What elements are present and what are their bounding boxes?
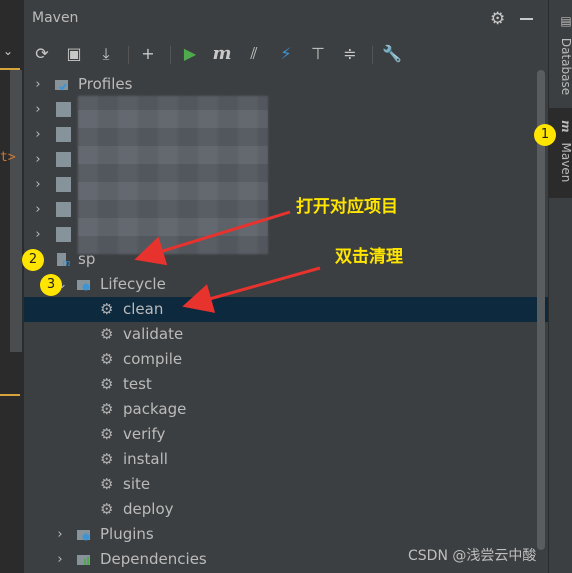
minimize-icon[interactable] bbox=[520, 18, 533, 20]
gutter-marker bbox=[0, 394, 20, 396]
chevron-right-icon[interactable]: › bbox=[32, 172, 44, 197]
tab-maven[interactable]: m Maven bbox=[549, 108, 572, 198]
badge-3: 3 bbox=[40, 274, 62, 296]
toolbar-separator bbox=[128, 46, 129, 64]
tree-row-goal[interactable]: ⚙ site bbox=[24, 472, 548, 497]
maven-toolbar: ⟳ ▣ ⤓ + ▶ m ⫽ ⚡ ⊤ ≑ 🔧 bbox=[24, 38, 548, 70]
panel-title: Maven bbox=[32, 10, 79, 26]
profiles-folder-icon bbox=[55, 80, 68, 91]
chevron-down-icon[interactable]: ⌄ bbox=[3, 44, 13, 58]
gear-icon[interactable]: ⚙ bbox=[490, 9, 505, 29]
maven-module-icon bbox=[56, 127, 71, 142]
dependencies-folder-icon bbox=[77, 555, 90, 565]
gear-icon: ⚙ bbox=[100, 375, 114, 393]
add-icon[interactable]: + bbox=[136, 42, 160, 66]
goal-label: compile bbox=[123, 350, 183, 368]
gear-icon: ⚙ bbox=[100, 475, 114, 493]
panel-titlebar: Maven ⚙ bbox=[24, 0, 548, 38]
maven-module-icon bbox=[56, 102, 71, 117]
chevron-right-icon[interactable]: › bbox=[32, 72, 44, 97]
annotation-double-click-clean: 双击清理 bbox=[335, 247, 403, 267]
database-icon: ▤ bbox=[559, 14, 572, 28]
gear-icon: ⚙ bbox=[100, 400, 114, 418]
watermark: CSDN @浅尝云中酸 bbox=[408, 548, 537, 564]
tab-label: Maven bbox=[559, 142, 572, 183]
tree-row-goal[interactable]: ⚙ deploy bbox=[24, 497, 548, 522]
editor-text-fragment: t> bbox=[0, 150, 16, 165]
settings-wrench-icon[interactable]: 🔧 bbox=[380, 42, 404, 66]
goal-label: package bbox=[123, 400, 187, 418]
gear-icon: ⚙ bbox=[100, 300, 114, 318]
badge-2: 2 bbox=[22, 249, 44, 271]
gear-icon: ⚙ bbox=[100, 500, 114, 518]
redacted-region bbox=[78, 96, 268, 254]
gutter-marker bbox=[0, 68, 20, 70]
tree-row-goal[interactable]: ⚙ validate bbox=[24, 322, 548, 347]
maven-goal-icon[interactable]: m bbox=[210, 42, 234, 66]
tree-label: Plugins bbox=[100, 525, 154, 543]
tree-label: Dependencies bbox=[100, 550, 207, 568]
toggle-offline-icon[interactable]: ⫽ bbox=[242, 42, 266, 66]
goal-label: install bbox=[123, 450, 168, 468]
maven-module-icon bbox=[56, 152, 71, 167]
goal-label: verify bbox=[123, 425, 166, 443]
tree-row-goal[interactable]: ⚙ package bbox=[24, 397, 548, 422]
tree-row-plugins[interactable]: › Plugins bbox=[24, 522, 548, 547]
tree-row-goal-clean[interactable]: ⚙ clean bbox=[24, 297, 548, 322]
maven-module-icon: m bbox=[57, 253, 71, 267]
goal-label: site bbox=[123, 475, 151, 493]
badge-1: 1 bbox=[534, 124, 556, 146]
tree-row-goal[interactable]: ⚙ compile bbox=[24, 347, 548, 372]
maven-module-icon bbox=[56, 227, 71, 242]
maven-module-icon bbox=[56, 202, 71, 217]
show-dependencies-icon[interactable]: ⊤ bbox=[306, 42, 330, 66]
editor-lower-area bbox=[0, 360, 24, 573]
chevron-right-icon[interactable]: › bbox=[32, 97, 44, 122]
toolbar-separator bbox=[372, 46, 373, 64]
gear-icon: ⚙ bbox=[100, 350, 114, 368]
lifecycle-folder-icon bbox=[77, 280, 90, 291]
run-icon[interactable]: ▶ bbox=[178, 42, 202, 66]
goal-label: test bbox=[123, 375, 152, 393]
gear-icon: ⚙ bbox=[100, 325, 114, 343]
chevron-right-icon[interactable]: › bbox=[32, 147, 44, 172]
annotation-open-project: 打开对应项目 bbox=[296, 197, 398, 217]
tree-label: Profiles bbox=[78, 75, 133, 93]
svg-text:m: m bbox=[62, 259, 71, 267]
reload-icon[interactable]: ⟳ bbox=[30, 42, 54, 66]
collapse-all-icon[interactable]: ≑ bbox=[338, 42, 362, 66]
goal-label: clean bbox=[123, 300, 164, 318]
maven-module-icon bbox=[56, 177, 71, 192]
right-toolbar: ▤ Database m Maven bbox=[548, 0, 572, 573]
editor-strip: ⌄ t> bbox=[0, 0, 24, 573]
tree-row-profiles[interactable]: › Profiles bbox=[24, 72, 548, 97]
add-folder-icon[interactable]: ▣ bbox=[62, 42, 86, 66]
tree-label: Lifecycle bbox=[100, 275, 166, 293]
chevron-right-icon[interactable]: › bbox=[32, 197, 44, 222]
chevron-right-icon[interactable]: › bbox=[32, 222, 44, 247]
tree-row-goal[interactable]: ⚙ test bbox=[24, 372, 548, 397]
gear-icon: ⚙ bbox=[100, 450, 114, 468]
maven-icon: m bbox=[559, 120, 572, 133]
chevron-right-icon[interactable]: › bbox=[54, 547, 66, 572]
goal-label: deploy bbox=[123, 500, 174, 518]
tab-database[interactable]: ▤ Database bbox=[549, 10, 572, 104]
chevron-right-icon[interactable]: › bbox=[32, 122, 44, 147]
goal-label: validate bbox=[123, 325, 184, 343]
editor-scroll-region bbox=[10, 70, 22, 352]
tree-row-lifecycle[interactable]: ⌄ Lifecycle bbox=[24, 272, 548, 297]
gear-icon: ⚙ bbox=[100, 425, 114, 443]
plugins-folder-icon bbox=[77, 530, 90, 541]
maven-panel: Maven ⚙ ⟳ ▣ ⤓ + ▶ m ⫽ ⚡ ⊤ ≑ 🔧 › Profiles… bbox=[24, 0, 548, 573]
tree-row-goal[interactable]: ⚙ verify bbox=[24, 422, 548, 447]
tree-row-goal[interactable]: ⚙ install bbox=[24, 447, 548, 472]
skip-tests-icon[interactable]: ⚡ bbox=[274, 42, 298, 66]
toolbar-separator bbox=[170, 46, 171, 64]
tab-label: Database bbox=[559, 37, 572, 96]
download-icon[interactable]: ⤓ bbox=[94, 42, 118, 66]
chevron-right-icon[interactable]: › bbox=[54, 522, 66, 547]
